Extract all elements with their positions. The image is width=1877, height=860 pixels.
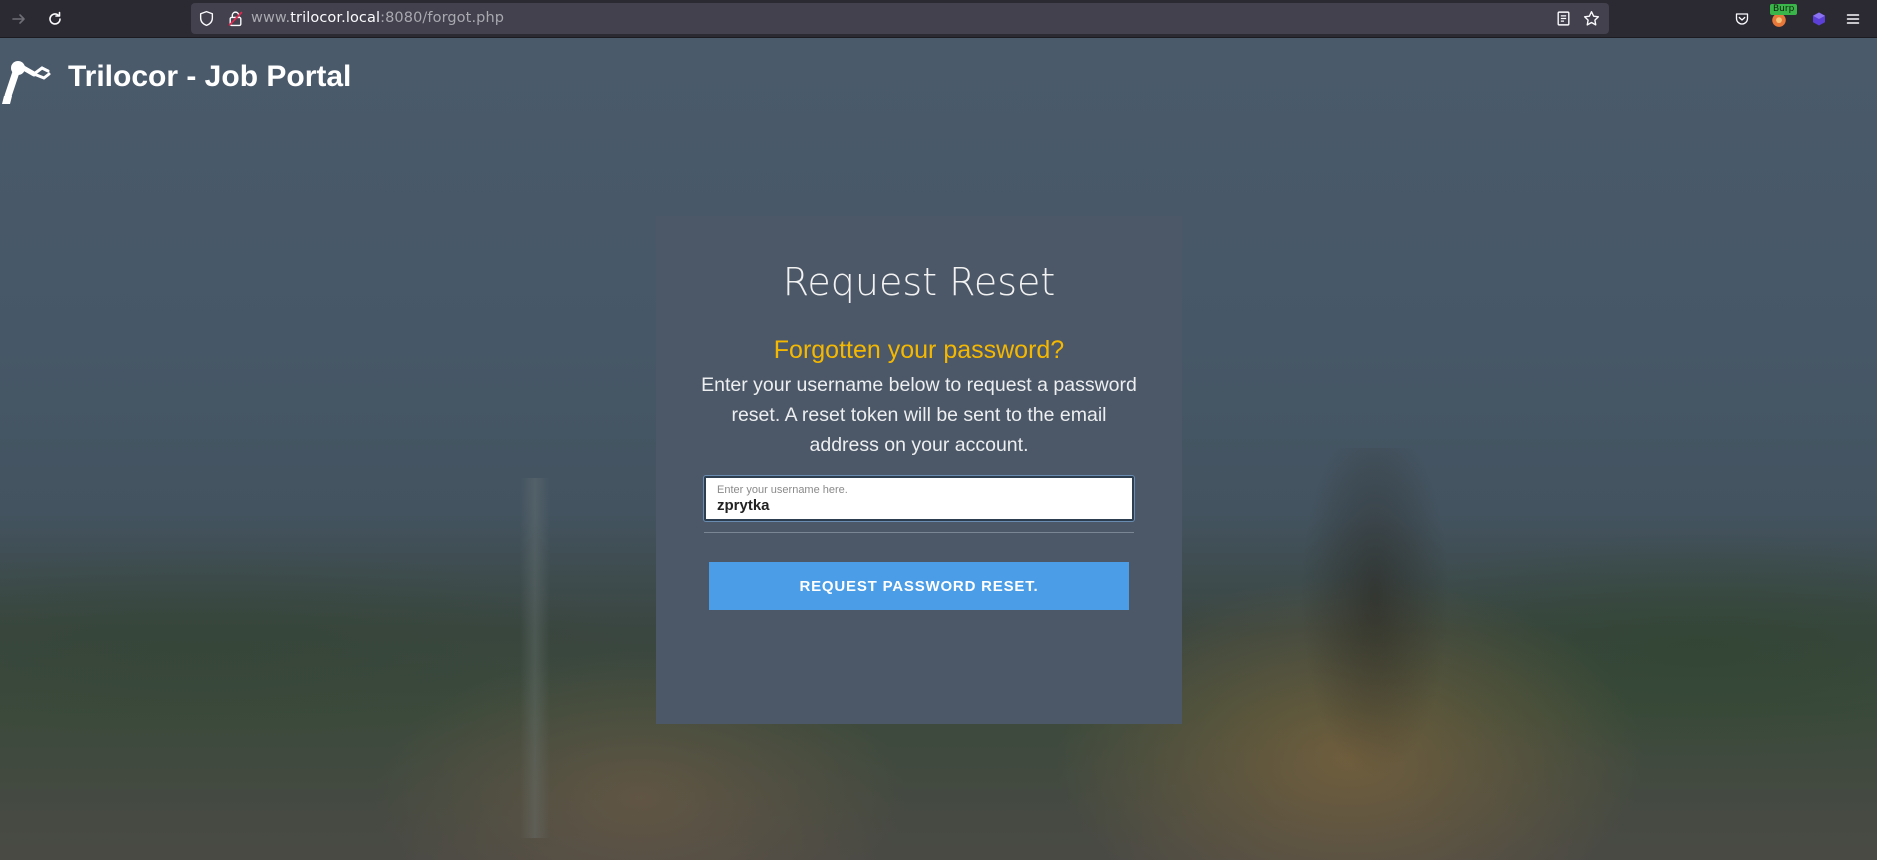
username-input[interactable]: zprytka [717, 497, 770, 514]
url-path: :8080/forgot.php [380, 10, 505, 26]
app-menu-button[interactable] [1842, 8, 1864, 30]
arrow-right-icon [12, 14, 25, 24]
shield-icon[interactable] [198, 10, 215, 27]
extension-button[interactable] [1808, 8, 1830, 30]
browser-toolbar: www.trilocor.local:8080/forgot.php Burp [0, 0, 1877, 38]
divider [704, 532, 1134, 533]
reset-card: Request Reset Forgotten your password? E… [656, 216, 1182, 724]
brand-title[interactable]: Trilocor - Job Portal [68, 60, 351, 94]
reload-icon [49, 11, 61, 25]
background-pole-blur [520, 478, 550, 838]
url-text[interactable]: www.trilocor.local:8080/forgot.php [251, 10, 504, 26]
forward-button[interactable] [7, 7, 31, 31]
robot-arm-icon[interactable] [0, 52, 52, 106]
reader-view-icon[interactable] [1555, 10, 1572, 27]
star-icon[interactable] [1583, 10, 1600, 27]
hamburger-menu-icon [1846, 14, 1860, 24]
card-title: Request Reset [782, 260, 1056, 304]
card-description: Enter your username below to request a p… [701, 374, 1137, 456]
request-reset-button[interactable]: REQUEST PASSWORD RESET. [709, 562, 1129, 610]
page-background: Trilocor - Job Portal Request Reset Forg… [0, 38, 1877, 860]
burp-badge: Burp [1770, 4, 1798, 15]
username-field[interactable]: Enter your username here. zprytka [704, 476, 1134, 521]
username-label: Enter your username here. [717, 484, 848, 496]
card-subtitle: Forgotten your password? [773, 336, 1065, 364]
lock-warning-icon[interactable] [227, 10, 244, 27]
background-figure-blur [1300, 448, 1450, 778]
url-host: trilocor.local [290, 10, 381, 26]
reload-button[interactable] [43, 7, 67, 31]
url-prefix: www. [251, 10, 291, 26]
pocket-button[interactable] [1731, 8, 1753, 30]
url-bar[interactable]: www.trilocor.local:8080/forgot.php [191, 3, 1609, 34]
pocket-icon [1735, 13, 1749, 25]
extension-cube-icon [1813, 12, 1825, 26]
